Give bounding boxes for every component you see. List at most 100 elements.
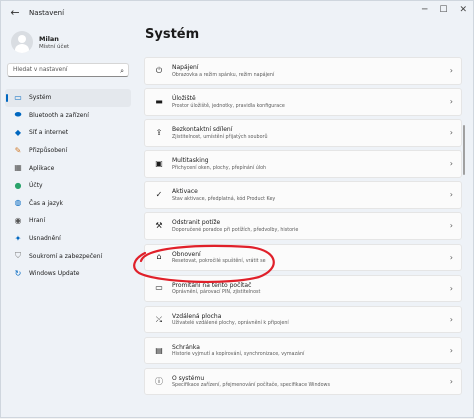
sidebar-item-time-language[interactable]: ◍ Čas a jazyk <box>5 195 131 213</box>
profile-account-type: Místní účet <box>39 43 70 50</box>
maximize-icon[interactable]: ☐ <box>439 5 447 15</box>
sidebar-item-accessibility[interactable]: ✦ Usnadnění <box>5 230 131 248</box>
sidebar-item-label: Aplikace <box>29 164 55 172</box>
card-subtitle: Historie vyjmutí a kopírování, synchroni… <box>172 352 305 358</box>
projection-icon: ▭ <box>155 283 163 293</box>
card-subtitle: Uživatelé vzdálené plochy, oprávnění k p… <box>172 321 289 327</box>
minimize-icon[interactable]: ─ <box>422 5 427 15</box>
sidebar-item-privacy[interactable]: ⛉ Soukromí a zabezpečení <box>5 247 131 265</box>
clipboard-icon: ▤ <box>155 345 163 355</box>
card-title: Promítání na tento počítač <box>172 281 252 289</box>
card-title: Vzdálená plocha <box>172 312 222 320</box>
remote-desktop-icon: ⤯ <box>155 314 163 324</box>
card-title: O systému <box>172 374 205 382</box>
wrench-icon: ⚒ <box>155 221 163 231</box>
card-title: Odstranit potíže <box>172 219 221 227</box>
sidebar-item-personalization[interactable]: ✎ Přizpůsobení <box>5 142 131 160</box>
card-remote-desktop[interactable]: ⤯ Vzdálená plocha Uživatelé vzdálené ploc… <box>144 305 462 334</box>
share-icon: ⇪ <box>155 127 163 137</box>
card-title: Úložiště <box>172 95 196 103</box>
card-title: Napájení <box>172 64 199 71</box>
activation-icon: ✓ <box>155 190 163 200</box>
profile-name: Milan <box>39 34 59 43</box>
scrollbar[interactable] <box>463 125 465 175</box>
card-storage[interactable]: ▬ Úložiště Prostor úložiště, jednotky, pr… <box>144 88 462 116</box>
chevron-right-icon: › <box>449 283 453 293</box>
back-arrow-icon[interactable]: ← <box>7 5 23 21</box>
sidebar-item-label: Usnadnění <box>29 235 61 243</box>
settings-card-list: ⏻ Napájení Obrazovka a režim spánku, reži… <box>144 57 462 399</box>
card-subtitle: Prostor úložiště, jednotky, pravidla kon… <box>172 103 285 109</box>
card-clipboard[interactable]: ▤ Schránka Historie vyjmutí a kopírování,… <box>144 336 462 365</box>
chevron-right-icon: › <box>449 314 453 324</box>
multitasking-icon: ▣ <box>155 159 163 169</box>
card-title: Obnovení <box>172 250 201 258</box>
card-subtitle: Oprávnění, párovací PIN, zjistitelnost <box>172 290 261 296</box>
title-bar: ← Nastavení ─ ☐ ✕ <box>1 1 473 25</box>
main-content: Systém ⏻ Napájení Obrazovka a režim spánk… <box>141 25 467 419</box>
sidebar-item-system[interactable]: ▭ Systém <box>5 89 131 107</box>
card-projection[interactable]: ▭ Promítání na tento počítač Oprávnění, p… <box>144 274 462 303</box>
card-subtitle: Obrazovka a režim spánku, režim napájení <box>172 72 275 78</box>
card-subtitle: Resetovat, pokročilé spuštění, vrátit se <box>172 259 266 265</box>
sidebar-item-label: Bluetooth a zařízení <box>29 111 89 119</box>
globe-clock-icon: ◍ <box>14 198 22 208</box>
sidebar-item-windows-update[interactable]: ↻ Windows Update <box>5 265 131 283</box>
power-icon: ⏻ <box>155 65 163 75</box>
card-recovery[interactable]: ⌂ Obnovení Resetovat, pokročilé spuštění,… <box>144 243 462 272</box>
profile[interactable]: Milan Místní účet <box>11 31 69 53</box>
sidebar-item-gaming[interactable]: ◉ Hraní <box>5 212 131 230</box>
sidebar-item-label: Soukromí a zabezpečení <box>29 252 103 260</box>
chevron-right-icon: › <box>449 97 453 107</box>
sidebar-item-label: Hraní <box>29 217 46 225</box>
card-subtitle: Stav aktivace, předplatná, kód Product K… <box>172 196 276 202</box>
sidebar-item-network[interactable]: ◆ Síť a internet <box>5 124 131 142</box>
update-icon: ↻ <box>14 268 22 278</box>
chevron-right-icon: › <box>449 221 453 231</box>
chevron-right-icon: › <box>449 128 453 138</box>
sidebar-item-bluetooth[interactable]: ⬬ Bluetooth a zařízení <box>5 107 131 125</box>
search-icon: ⌕ <box>120 67 124 75</box>
chevron-right-icon: › <box>449 66 453 75</box>
card-title: Aktivace <box>172 188 198 196</box>
card-title: Schránka <box>172 343 200 351</box>
window-title: Nastavení <box>29 9 65 17</box>
search-placeholder: Hledat v nastavení <box>13 67 68 73</box>
card-title: Multitasking <box>172 157 209 165</box>
card-nearby-sharing[interactable]: ⇪ Bezkontaktní sdílení Zjistitelnost, umí… <box>144 119 462 147</box>
card-about[interactable]: ⓘ O systému Specifikace zařízení, přejmen… <box>144 367 462 396</box>
settings-window: ← Nastavení ─ ☐ ✕ Milan Místní účet Hled… <box>0 0 474 418</box>
sidebar-item-label: Účty <box>29 182 43 190</box>
card-title: Bezkontaktní sdílení <box>172 126 233 134</box>
sidebar-item-label: Systém <box>29 94 52 102</box>
sidebar-item-apps[interactable]: ▦ Aplikace <box>5 159 131 177</box>
sidebar-item-label: Čas a jazyk <box>29 199 64 207</box>
info-icon: ⓘ <box>155 376 163 386</box>
storage-icon: ▬ <box>155 96 163 106</box>
monitor-icon: ▭ <box>14 92 22 102</box>
chevron-right-icon: › <box>449 345 453 355</box>
card-power[interactable]: ⏻ Napájení Obrazovka a režim spánku, reži… <box>144 57 462 85</box>
sidebar-item-accounts[interactable]: ● Účty <box>5 177 131 195</box>
apps-icon: ▦ <box>14 163 22 173</box>
card-troubleshoot[interactable]: ⚒ Odstranit potíže Doporučené poradce při… <box>144 212 462 240</box>
chevron-right-icon: › <box>449 159 453 169</box>
chevron-right-icon: › <box>449 376 453 386</box>
wifi-icon: ◆ <box>14 127 22 137</box>
card-subtitle: Přichycení oken, plochy, přepínání úloh <box>172 165 267 171</box>
avatar <box>11 31 33 53</box>
sidebar: Milan Místní účet Hledat v nastavení ⌕ ▭… <box>1 25 137 419</box>
card-multitasking[interactable]: ▣ Multitasking Přichycení oken, plochy, p… <box>144 150 462 178</box>
sidebar-item-label: Přizpůsobení <box>29 147 68 155</box>
search-input[interactable]: Hledat v nastavení ⌕ <box>7 63 129 77</box>
person-icon: ● <box>14 180 22 190</box>
sidebar-nav: ▭ Systém ⬬ Bluetooth a zařízení ◆ Síť a … <box>5 89 131 283</box>
sidebar-item-label: Windows Update <box>29 270 80 278</box>
bluetooth-icon: ⬬ <box>14 110 22 120</box>
card-subtitle: Specifikace zařízení, přejmenování počít… <box>172 383 330 389</box>
close-icon[interactable]: ✕ <box>459 5 467 15</box>
accessibility-icon: ✦ <box>14 233 22 243</box>
card-subtitle: Doporučené poradce při potížích, předvol… <box>172 227 299 233</box>
window-controls: ─ ☐ ✕ <box>422 5 467 15</box>
card-activation[interactable]: ✓ Aktivace Stav aktivace, předplatná, kód… <box>144 181 462 209</box>
